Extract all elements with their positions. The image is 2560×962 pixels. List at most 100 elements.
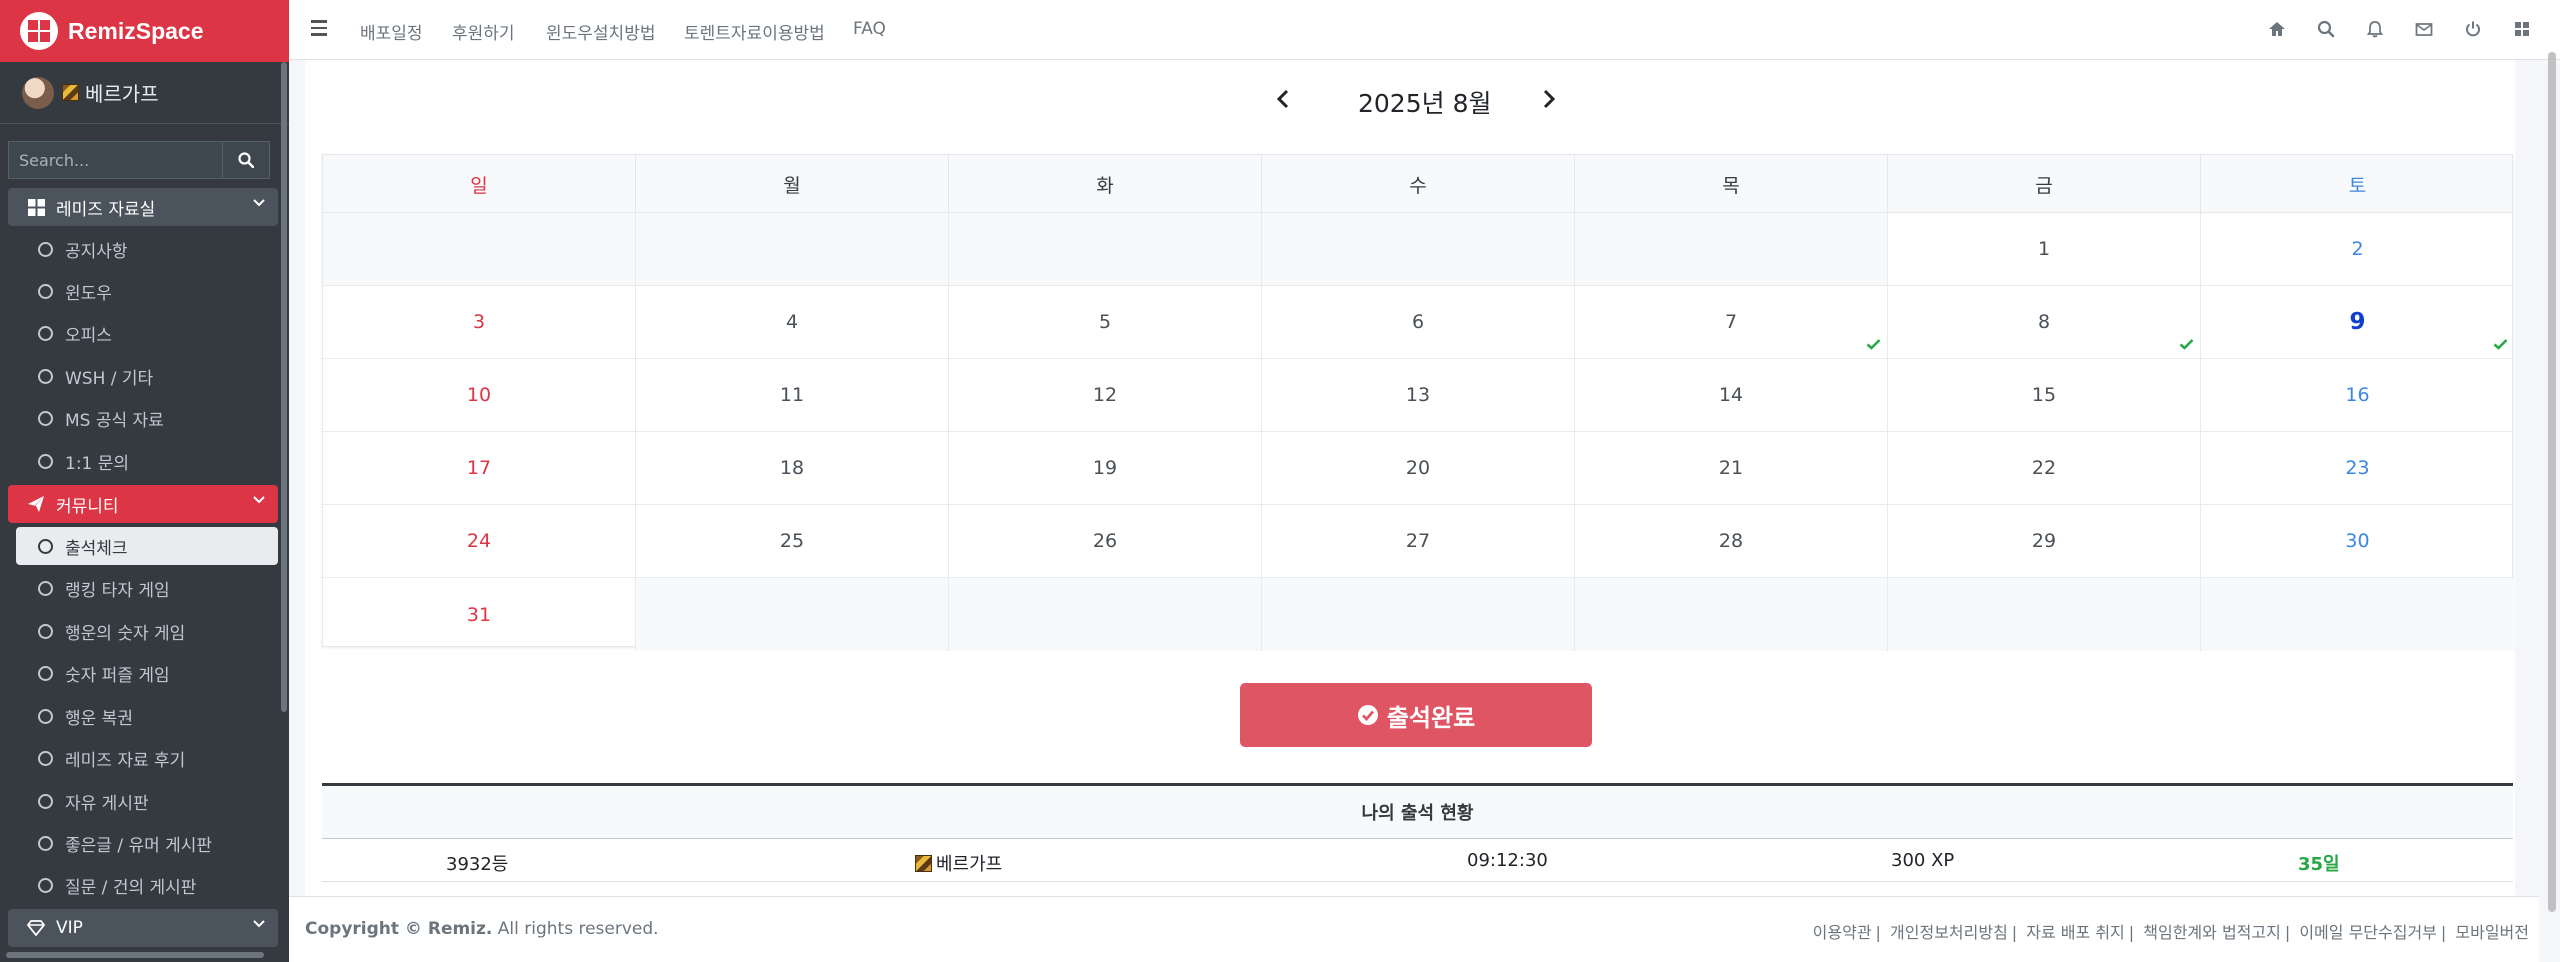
check-icon (1866, 339, 1881, 350)
diamond-icon (26, 918, 46, 938)
nav-header-remiz-archive[interactable]: 레미즈 자료실 (8, 188, 278, 226)
home-icon[interactable] (2267, 19, 2287, 39)
sidebar-item-label: 숫자 퍼즐 게임 (65, 665, 170, 686)
sidebar-item-wsh[interactable]: WSH / 기타 (16, 357, 278, 395)
sidebar-item-label: 자유 게시판 (65, 793, 149, 814)
sidebar-item-windows[interactable]: 윈도우 (16, 272, 278, 310)
calendar-day[interactable]: 15 (1888, 359, 2201, 432)
calendar-day[interactable]: 5 (949, 286, 1262, 359)
footer-link-terms[interactable]: 이용약관 (1813, 923, 1872, 942)
next-month-icon[interactable] (1540, 88, 1558, 110)
footer-link-legal[interactable]: 책임한계와 법적고지 (2143, 923, 2281, 942)
calendar-day[interactable]: 31 (323, 578, 636, 651)
sidebar-item-notice[interactable]: 공지사항 (16, 230, 278, 268)
bell-icon[interactable] (2365, 19, 2385, 39)
calendar-empty-cell (949, 213, 1262, 286)
prev-month-icon[interactable] (1274, 88, 1292, 110)
calendar-empty-cell (1575, 578, 1888, 651)
sidebar-item-label: 윈도우 (65, 283, 112, 304)
calendar-day[interactable]: 28 (1575, 505, 1888, 578)
calendar-day[interactable]: 14 (1575, 359, 1888, 432)
calendar-day[interactable]: 10 (323, 359, 636, 432)
sidebar-item-free-board[interactable]: 자유 게시판 (16, 782, 278, 820)
attendance-button-label: 출석완료 (1386, 703, 1476, 732)
nav-link-faq[interactable]: FAQ (853, 19, 886, 39)
sidebar-scrollbar[interactable] (281, 62, 287, 712)
nav-link-release-schedule[interactable]: 배포일정 (360, 19, 423, 44)
sidebar-item-label: 레미즈 자료 후기 (65, 750, 186, 771)
avatar (22, 76, 54, 109)
sidebar-item-inquiry[interactable]: 1:1 문의 (16, 442, 278, 480)
calendar-day[interactable]: 24 (323, 505, 636, 578)
calendar-day[interactable]: 11 (636, 359, 949, 432)
calendar-day[interactable]: 4 (636, 286, 949, 359)
sidebar-item-ms-official[interactable]: MS 공식 자료 (16, 399, 278, 437)
sidebar-item-qna-board[interactable]: 질문 / 건의 게시판 (16, 866, 278, 904)
power-icon[interactable] (2463, 19, 2483, 39)
calendar-day[interactable]: 26 (949, 505, 1262, 578)
sidebar-item-typing-game[interactable]: 랭킹 타자 게임 (16, 569, 278, 607)
nav-header-label: VIP (56, 918, 83, 938)
attendance-complete-button[interactable]: 출석완료 (1240, 683, 1592, 747)
calendar-day[interactable]: 20 (1262, 432, 1575, 505)
sidebar-item-label: 좋은글 / 유머 게시판 (65, 835, 213, 856)
calendar-day[interactable]: 25 (636, 505, 949, 578)
sidebar-item-label: 출석체크 (65, 538, 128, 559)
main-scrollbar[interactable] (2548, 52, 2556, 912)
calendar-day[interactable]: 3 (323, 286, 636, 359)
nav-link-torrent-guide[interactable]: 토렌트자료이용방법 (684, 19, 825, 44)
calendar-day[interactable]: 17 (323, 432, 636, 505)
footer: Copyright © Remiz. All rights reserved. … (289, 896, 2539, 962)
calendar-day[interactable]: 21 (1575, 432, 1888, 505)
brand-link[interactable]: RemizSpace (0, 0, 289, 62)
nav-header-community[interactable]: 커뮤니티 (8, 485, 278, 523)
sidebar-item-label: MS 공식 자료 (65, 410, 164, 431)
sidebar-item-reviews[interactable]: 레미즈 자료 후기 (16, 739, 278, 777)
sidebar-search-input[interactable] (8, 141, 223, 179)
footer-link-purpose[interactable]: 자료 배포 취지 (2026, 923, 2125, 942)
envelope-icon[interactable] (2414, 19, 2434, 39)
calendar-day[interactable]: 13 (1262, 359, 1575, 432)
sidebar-search-button[interactable] (223, 141, 270, 179)
calendar-day[interactable]: 23 (2201, 432, 2514, 505)
sidebar-item-label: 행운 복권 (65, 708, 133, 729)
footer-link-privacy[interactable]: 개인정보처리방침 (1890, 923, 2008, 942)
calendar-day[interactable]: 30 (2201, 505, 2514, 578)
nav-link-windows-install[interactable]: 윈도우설치방법 (546, 19, 655, 44)
sidebar-horizontal-scrollbar[interactable] (6, 952, 264, 958)
search-icon[interactable] (2316, 19, 2336, 39)
circle-icon (38, 410, 53, 426)
grid-icon[interactable] (2512, 19, 2532, 39)
footer-link-email-refusal[interactable]: 이메일 무단수집거부 (2299, 923, 2437, 942)
calendar-day[interactable]: 9 (2201, 286, 2514, 359)
circle-icon (38, 580, 53, 596)
calendar-day[interactable]: 12 (949, 359, 1262, 432)
calendar-day[interactable]: 6 (1262, 286, 1575, 359)
sidebar-item-lottery[interactable]: 행운 복권 (16, 697, 278, 735)
calendar-day[interactable]: 27 (1262, 505, 1575, 578)
hamburger-menu-icon[interactable] (311, 20, 327, 36)
calendar-day[interactable]: 1 (1888, 213, 2201, 286)
sidebar-item-number-puzzle[interactable]: 숫자 퍼즐 게임 (16, 654, 278, 692)
calendar-empty-cell (636, 578, 949, 651)
user-panel[interactable]: 베르가프 (0, 62, 289, 124)
chevron-down-icon (253, 199, 265, 207)
weekday-header: 수 (1262, 155, 1575, 213)
sidebar-item-lucky-number[interactable]: 행운의 숫자 게임 (16, 612, 278, 650)
calendar-day[interactable]: 16 (2201, 359, 2514, 432)
weekday-header: 월 (636, 155, 949, 213)
calendar-day[interactable]: 8 (1888, 286, 2201, 359)
calendar-day[interactable]: 22 (1888, 432, 2201, 505)
nav-header-vip[interactable]: VIP (8, 909, 278, 947)
circle-icon (38, 283, 53, 299)
sidebar-item-office[interactable]: 오피스 (16, 314, 278, 352)
calendar-day[interactable]: 29 (1888, 505, 2201, 578)
calendar-day[interactable]: 18 (636, 432, 949, 505)
footer-link-mobile[interactable]: 모바일버전 (2455, 923, 2529, 942)
calendar-day[interactable]: 7 (1575, 286, 1888, 359)
calendar-day[interactable]: 2 (2201, 213, 2514, 286)
sidebar-item-attendance[interactable]: 출석체크 (16, 527, 278, 565)
calendar-day[interactable]: 19 (949, 432, 1262, 505)
sidebar-item-humor-board[interactable]: 좋은글 / 유머 게시판 (16, 824, 278, 862)
nav-link-donate[interactable]: 후원하기 (452, 19, 515, 44)
